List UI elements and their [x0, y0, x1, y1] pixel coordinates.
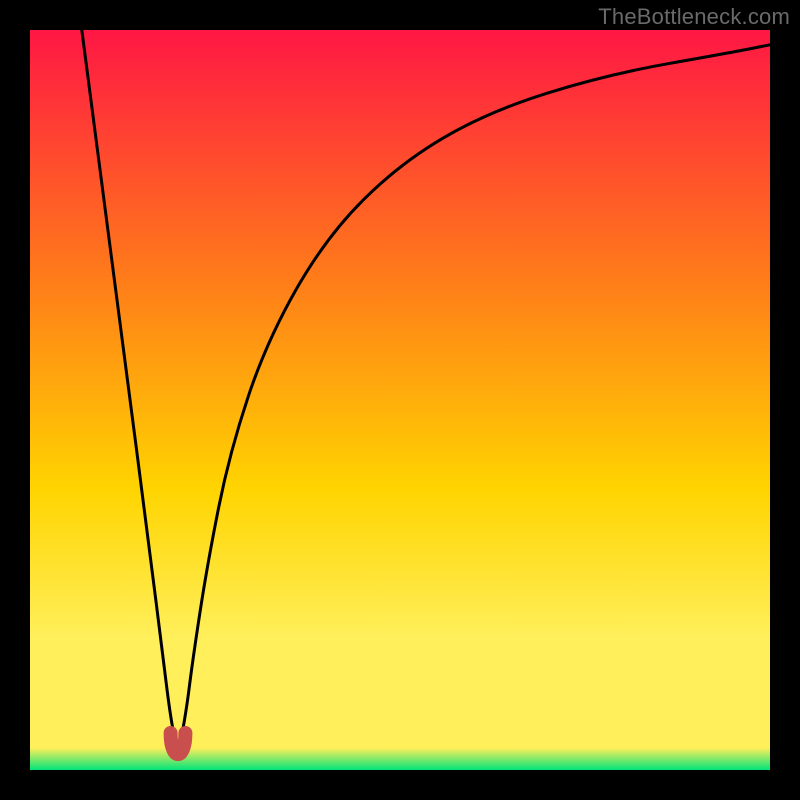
- chart-stage: TheBottleneck.com: [0, 0, 800, 800]
- plot-background: [30, 30, 770, 770]
- bottleneck-chart: [0, 0, 800, 800]
- watermark-text: TheBottleneck.com: [598, 4, 790, 30]
